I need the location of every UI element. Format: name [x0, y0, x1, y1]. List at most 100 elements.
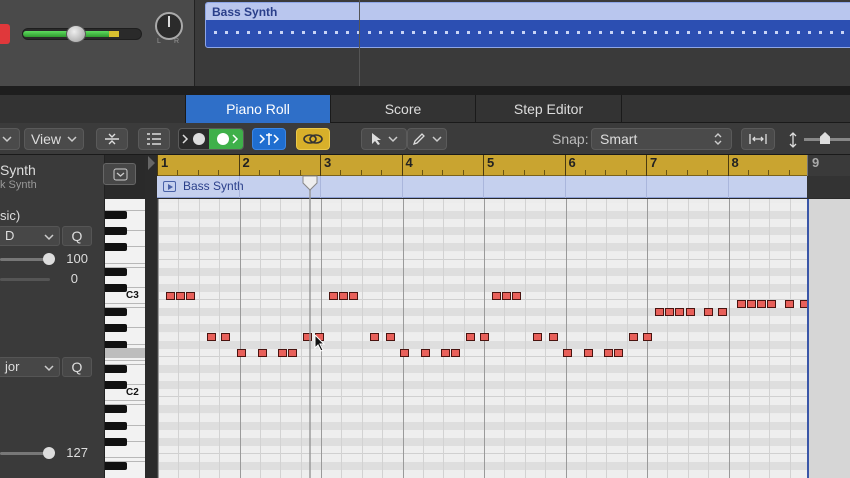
- black-key[interactable]: [105, 405, 127, 414]
- record-enable-button[interactable]: [0, 24, 10, 44]
- white-key[interactable]: [105, 296, 145, 309]
- volume-meter-peak: [109, 31, 119, 37]
- white-key[interactable]: [105, 393, 145, 406]
- black-key[interactable]: [105, 243, 127, 252]
- midi-note[interactable]: [675, 308, 685, 317]
- note-grid[interactable]: [157, 199, 807, 478]
- quantize-button-2[interactable]: Q: [62, 357, 92, 377]
- midi-note[interactable]: [369, 332, 379, 341]
- pan-knob[interactable]: [155, 12, 183, 40]
- midi-note[interactable]: [329, 292, 338, 300]
- midi-note[interactable]: [512, 292, 522, 300]
- midi-note[interactable]: [583, 348, 593, 357]
- black-key[interactable]: [105, 462, 127, 471]
- volume-slider-thumb[interactable]: [66, 25, 86, 43]
- pencil-tool-menu[interactable]: [407, 128, 447, 150]
- midi-note[interactable]: [349, 292, 359, 300]
- zoom-slider-thumb[interactable]: [820, 132, 830, 144]
- midi-note[interactable]: [400, 348, 410, 357]
- midi-note[interactable]: [785, 300, 795, 309]
- white-key[interactable]: [105, 256, 145, 268]
- midi-note[interactable]: [756, 300, 766, 309]
- midi-note[interactable]: [685, 308, 695, 317]
- arrange-region[interactable]: Bass Synth: [205, 2, 850, 48]
- black-key[interactable]: [105, 437, 127, 446]
- black-key[interactable]: [105, 324, 127, 333]
- midi-note[interactable]: [492, 292, 501, 300]
- midi-note[interactable]: [479, 332, 489, 341]
- tab-piano-roll[interactable]: Piano Roll: [186, 95, 331, 123]
- collapse-button[interactable]: [96, 128, 128, 150]
- editor-tabbar: Piano Roll Score Step Editor: [0, 95, 850, 123]
- region-header-barline: [320, 176, 321, 198]
- inspector-select-2-value: jor: [5, 359, 20, 374]
- midi-note[interactable]: [502, 292, 512, 300]
- midi-note[interactable]: [420, 348, 430, 357]
- list-button[interactable]: [138, 128, 170, 150]
- bar-ruler[interactable]: 1 2 3 4 5 6 7 8: [157, 155, 807, 176]
- region-header-extension: [807, 176, 850, 198]
- catch-playhead-button[interactable]: [252, 128, 286, 150]
- midi-note[interactable]: [257, 348, 267, 357]
- midi-note[interactable]: [221, 332, 230, 341]
- midi-note[interactable]: [288, 348, 298, 357]
- midi-note[interactable]: [628, 332, 638, 341]
- fit-horizontal-button[interactable]: [741, 128, 775, 150]
- pitch-lane: [158, 381, 807, 390]
- inspector-select-2[interactable]: jor: [0, 357, 60, 377]
- black-key[interactable]: [105, 283, 127, 292]
- midi-note[interactable]: [166, 292, 175, 300]
- midi-note[interactable]: [451, 348, 461, 357]
- snap-select[interactable]: Smart: [591, 128, 732, 150]
- black-key[interactable]: [105, 421, 127, 430]
- white-key[interactable]: [105, 199, 145, 211]
- midi-note[interactable]: [655, 308, 664, 317]
- edit-menu-button[interactable]: [0, 128, 20, 150]
- quantize-button-1[interactable]: Q: [62, 226, 92, 246]
- midi-note[interactable]: [532, 332, 542, 341]
- playhead-handle-icon[interactable]: [302, 175, 318, 191]
- black-key[interactable]: [105, 364, 127, 373]
- midi-note[interactable]: [176, 292, 186, 300]
- midi-note[interactable]: [799, 300, 807, 309]
- black-key[interactable]: [105, 381, 127, 390]
- midi-note[interactable]: [549, 332, 559, 341]
- midi-note[interactable]: [441, 348, 451, 357]
- midi-note[interactable]: [614, 348, 624, 357]
- black-key[interactable]: [105, 308, 127, 317]
- inspector-select-1[interactable]: D: [0, 226, 60, 246]
- link-button[interactable]: [296, 128, 330, 150]
- midi-note[interactable]: [465, 332, 475, 341]
- midi-note[interactable]: [767, 300, 777, 309]
- inspector-menu-button[interactable]: [103, 163, 136, 185]
- black-key[interactable]: [105, 227, 127, 236]
- midi-in-button-group[interactable]: [178, 128, 244, 150]
- midi-note[interactable]: [339, 292, 349, 300]
- piano-keyboard[interactable]: C3 C2: [105, 199, 145, 478]
- black-key[interactable]: [105, 267, 127, 276]
- offset-slider[interactable]: [0, 278, 50, 281]
- bottom-slider-thumb[interactable]: [43, 447, 55, 459]
- midi-note[interactable]: [642, 332, 652, 341]
- pointer-tool-menu[interactable]: [361, 128, 407, 150]
- midi-note[interactable]: [278, 348, 288, 357]
- region-header[interactable]: Bass Synth: [157, 176, 807, 198]
- view-menu-button[interactable]: View: [24, 128, 84, 150]
- midi-note[interactable]: [703, 308, 713, 317]
- velocity-slider-thumb[interactable]: [43, 253, 55, 265]
- midi-note[interactable]: [237, 348, 247, 357]
- midi-note[interactable]: [206, 332, 216, 341]
- midi-note[interactable]: [746, 300, 756, 309]
- tab-score[interactable]: Score: [331, 95, 476, 123]
- midi-note[interactable]: [736, 300, 746, 309]
- black-key[interactable]: [105, 211, 127, 219]
- midi-note[interactable]: [665, 308, 675, 317]
- tab-step-editor[interactable]: Step Editor: [476, 95, 622, 123]
- midi-note[interactable]: [386, 332, 396, 341]
- midi-note[interactable]: [604, 348, 614, 357]
- midi-note[interactable]: [186, 292, 196, 300]
- pane-divider[interactable]: [0, 86, 850, 95]
- white-key[interactable]: [105, 450, 145, 463]
- midi-note[interactable]: [718, 308, 728, 317]
- midi-note[interactable]: [563, 348, 573, 357]
